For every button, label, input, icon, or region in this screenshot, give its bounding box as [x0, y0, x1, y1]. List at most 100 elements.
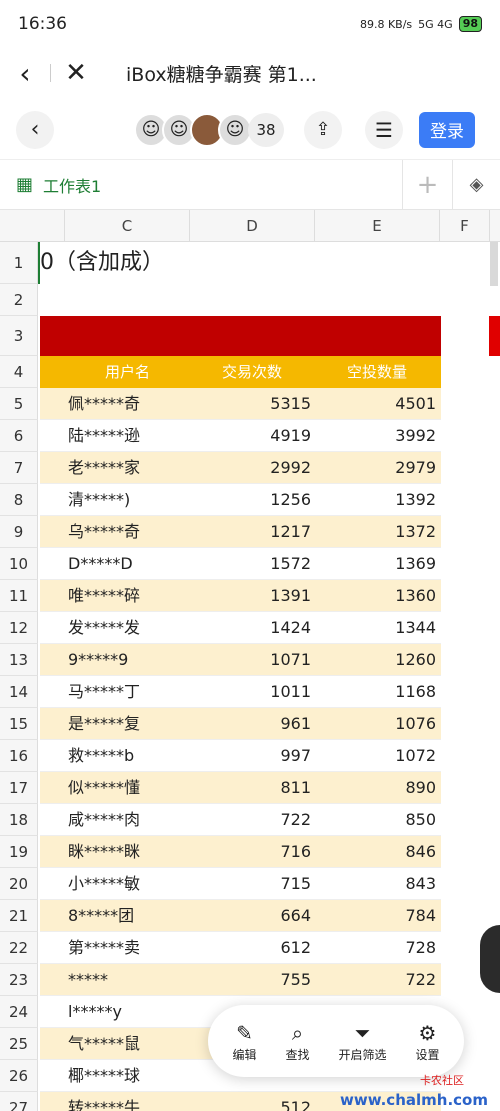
cell-airdrop[interactable]: 1072 — [395, 740, 436, 772]
cell-trades[interactable]: 1071 — [270, 644, 311, 676]
cell-airdrop[interactable]: 2979 — [395, 452, 436, 484]
layers-icon[interactable]: ◈ — [452, 159, 500, 210]
row-header[interactable]: 12 — [0, 612, 38, 644]
cell-username[interactable]: 佩*****奇 — [68, 388, 140, 420]
find-button[interactable]: ⌕ 查找 — [285, 1020, 309, 1063]
row-header[interactable]: 10 — [0, 548, 38, 580]
table-row[interactable]: 是*****复 961 1076 — [40, 708, 441, 740]
cell-username[interactable]: 8*****团 — [68, 900, 134, 932]
header-trades[interactable]: 交易次数 — [222, 356, 282, 388]
cell-airdrop[interactable]: 850 — [405, 804, 436, 836]
table-row[interactable]: 咸*****肉 722 850 — [40, 804, 441, 836]
table-row[interactable]: 9*****9 1071 1260 — [40, 644, 441, 676]
row-header[interactable]: 5 — [0, 388, 38, 420]
cell-trades[interactable]: 664 — [280, 900, 311, 932]
column-header-d[interactable]: D — [190, 210, 315, 242]
cell-trades[interactable]: 4919 — [270, 420, 311, 452]
filter-button[interactable]: ⏷ 开启筛选 — [338, 1020, 386, 1063]
table-row[interactable]: 发*****发 1424 1344 — [40, 612, 441, 644]
header-username[interactable]: 用户名 — [105, 356, 150, 388]
settings-button[interactable]: ⚙ 设置 — [415, 1020, 439, 1063]
cell-username[interactable]: 是*****复 — [68, 708, 140, 740]
cell-username[interactable]: 气*****鼠 — [68, 1028, 140, 1060]
cell-username[interactable]: 唯*****碎 — [68, 580, 140, 612]
cell-username[interactable]: 老*****家 — [68, 452, 140, 484]
member-avatars[interactable]: ☺ ☺ ☺ 38 — [134, 112, 284, 147]
row-header[interactable]: 20 — [0, 868, 38, 900]
row-header[interactable]: 2 — [0, 284, 38, 316]
corner-cell[interactable] — [0, 210, 65, 242]
cell-trades[interactable]: 715 — [280, 868, 311, 900]
cell-username[interactable]: l*****y — [68, 996, 122, 1028]
row-header[interactable]: 13 — [0, 644, 38, 676]
cell-username[interactable]: 似*****懂 — [68, 772, 140, 804]
table-row[interactable]: 眯*****眯 716 846 — [40, 836, 441, 868]
table-row[interactable]: 唯*****碎 1391 1360 — [40, 580, 441, 612]
cell-airdrop[interactable]: 846 — [405, 836, 436, 868]
share-icon[interactable]: ⇪ — [304, 110, 342, 149]
scrollbar[interactable] — [490, 242, 498, 286]
cell-trades[interactable]: 1424 — [270, 612, 311, 644]
edit-button[interactable]: ✎ 编辑 — [232, 1020, 256, 1063]
cell-username[interactable]: 马*****丁 — [68, 676, 140, 708]
cell-trades[interactable]: 811 — [280, 772, 311, 804]
red-banner-cell[interactable] — [40, 316, 441, 356]
row-header[interactable]: 19 — [0, 836, 38, 868]
table-row[interactable]: 乌*****奇 1217 1372 — [40, 516, 441, 548]
cell-airdrop[interactable]: 1260 — [395, 644, 436, 676]
table-row[interactable]: 第*****卖 612 728 — [40, 932, 441, 964]
table-row[interactable]: 小*****敏 715 843 — [40, 868, 441, 900]
cell-trades[interactable]: 512 — [280, 1092, 311, 1111]
cell-airdrop[interactable]: 1076 — [395, 708, 436, 740]
cell-username[interactable]: 9*****9 — [68, 644, 128, 676]
row-header[interactable]: 9 — [0, 516, 38, 548]
table-row[interactable]: 马*****丁 1011 1168 — [40, 676, 441, 708]
cell-username[interactable]: 转*****牛 — [68, 1092, 140, 1111]
row-header[interactable]: 14 — [0, 676, 38, 708]
cell-airdrop[interactable]: 3992 — [395, 420, 436, 452]
row-header[interactable]: 7 — [0, 452, 38, 484]
cell-username[interactable]: 椰*****球 — [68, 1060, 140, 1092]
row-header[interactable]: 6 — [0, 420, 38, 452]
title-cell[interactable]: 0（含加成） — [38, 242, 490, 284]
row-header[interactable]: 4 — [0, 356, 38, 388]
cell-username[interactable]: 眯*****眯 — [68, 836, 140, 868]
table-row[interactable]: 佩*****奇 5315 4501 — [40, 388, 441, 420]
cell-trades[interactable]: 2992 — [270, 452, 311, 484]
login-button[interactable]: 登录 — [419, 111, 475, 148]
row-header[interactable]: 16 — [0, 740, 38, 772]
cell-username[interactable]: 咸*****肉 — [68, 804, 140, 836]
menu-icon[interactable]: ☰ — [365, 110, 403, 149]
table-row[interactable]: D*****D 1572 1369 — [40, 548, 441, 580]
cell-username[interactable]: ***** — [68, 964, 108, 996]
column-header-c[interactable]: C — [65, 210, 190, 242]
cell-trades[interactable]: 612 — [280, 932, 311, 964]
cell-username[interactable]: 救*****b — [68, 740, 134, 772]
header-airdrop[interactable]: 空投数量 — [347, 356, 407, 388]
cell-trades[interactable]: 1011 — [270, 676, 311, 708]
row-header[interactable]: 8 — [0, 484, 38, 516]
cell-username[interactable]: 发*****发 — [68, 612, 140, 644]
cell-airdrop[interactable]: 1369 — [395, 548, 436, 580]
row-header[interactable]: 27 — [0, 1092, 38, 1111]
floating-tab[interactable] — [480, 925, 500, 993]
row-header[interactable]: 22 — [0, 932, 38, 964]
cell-trades[interactable]: 1572 — [270, 548, 311, 580]
cell-airdrop[interactable]: 1168 — [395, 676, 436, 708]
table-row[interactable]: 清*****) 1256 1392 — [40, 484, 441, 516]
cell-airdrop[interactable]: 1392 — [395, 484, 436, 516]
back-arrow-icon[interactable]: ‹ — [0, 57, 50, 90]
table-row[interactable]: 救*****b 997 1072 — [40, 740, 441, 772]
row-header[interactable]: 15 — [0, 708, 38, 740]
cell-trades[interactable]: 722 — [280, 804, 311, 836]
cell-trades[interactable]: 1391 — [270, 580, 311, 612]
cell-username[interactable]: 陆*****逊 — [68, 420, 140, 452]
cell-airdrop[interactable]: 1372 — [395, 516, 436, 548]
row-header[interactable]: 21 — [0, 900, 38, 932]
row-header[interactable]: 26 — [0, 1060, 38, 1092]
cell-airdrop[interactable]: 722 — [405, 964, 436, 996]
tab-sheet1[interactable]: 工作表1 — [43, 173, 101, 197]
cell-trades[interactable]: 961 — [280, 708, 311, 740]
cell-trades[interactable]: 1256 — [270, 484, 311, 516]
cell-username[interactable]: 小*****敏 — [68, 868, 140, 900]
